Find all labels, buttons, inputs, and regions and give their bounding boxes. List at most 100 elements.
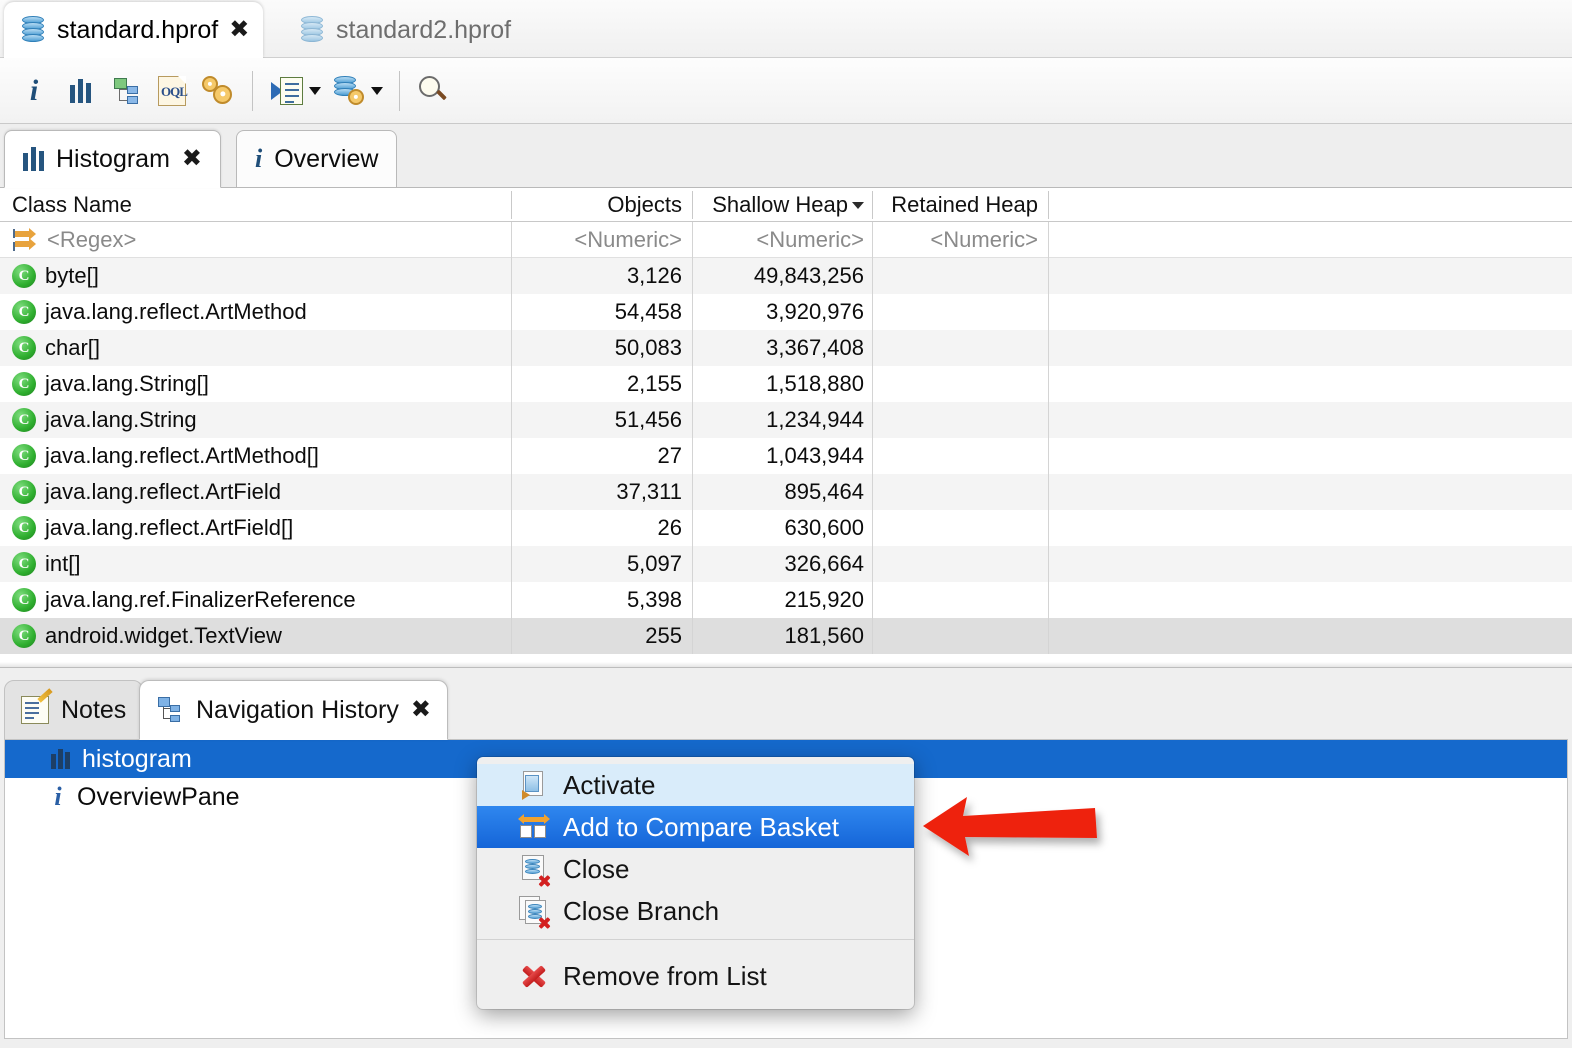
regex-filter-icon [12, 227, 38, 253]
find-button[interactable] [412, 67, 456, 115]
column-header-shallow-heap[interactable]: Shallow Heap [692, 188, 872, 222]
cell-retained-heap [872, 546, 1048, 582]
table-filter-row[interactable]: <Regex> <Numeric> <Numeric> <Numeric> [0, 221, 1572, 258]
cell-class-name-label: java.lang.reflect.ArtField[] [45, 515, 294, 540]
column-header-spacer [1048, 188, 1572, 222]
table-row[interactable]: Cjava.lang.reflect.ArtField[] 26 630,600 [0, 510, 1572, 546]
cell-spacer [1048, 582, 1572, 618]
info-icon: i [255, 144, 263, 173]
filter-class-name-cell[interactable]: <Regex> [0, 222, 511, 258]
cell-class-name-label: android.widget.TextView [45, 623, 282, 648]
cell-class-name-label: java.lang.reflect.ArtMethod[] [45, 443, 319, 468]
list-item-label: OverviewPane [77, 782, 240, 811]
cell-retained-heap [872, 294, 1048, 330]
editor-tab-standard2-hprof[interactable]: standard2.hprof [283, 2, 525, 58]
cell-objects: 5,398 [511, 582, 692, 618]
column-header-shallow-heap-label: Shallow Heap [712, 192, 848, 217]
table-row[interactable]: Cjava.lang.String[] 2,155 1,518,880 [0, 366, 1572, 402]
column-header-retained-heap[interactable]: Retained Heap [872, 188, 1048, 222]
view-tab-bar: Histogram ✖ i Overview [0, 124, 1572, 188]
filter-objects-cell[interactable]: <Numeric> [511, 221, 692, 258]
table-row[interactable]: Cchar[] 50,083 3,367,408 [0, 330, 1572, 366]
tab-notes[interactable]: Notes [4, 680, 144, 740]
tab-histogram[interactable]: Histogram ✖ [4, 130, 222, 188]
tab-label: Overview [274, 144, 379, 173]
table-row[interactable]: Cjava.lang.ref.FinalizerReference 5,398 21… [0, 582, 1572, 618]
cell-class-name: Cbyte[] [0, 258, 511, 294]
table-row[interactable]: Cjava.lang.String 51,456 1,234,944 [0, 402, 1572, 438]
compare-basket-icon [518, 812, 550, 842]
column-header-objects[interactable]: Objects [511, 188, 692, 222]
cell-class-name: Cchar[] [0, 330, 511, 366]
menu-item-close[interactable]: Close [477, 848, 914, 890]
close-icon[interactable]: ✖ [411, 698, 431, 722]
histogram-icon [51, 749, 70, 769]
cell-spacer [1048, 618, 1572, 654]
cell-class-name: Candroid.widget.TextView [0, 618, 511, 654]
cell-class-name: Cjava.lang.String[] [0, 366, 511, 402]
menu-item-label: Add to Compare Basket [563, 811, 840, 842]
column-header-class-name[interactable]: Class Name [0, 188, 511, 222]
tab-label: Navigation History [196, 695, 399, 724]
menu-item-activate[interactable]: Activate [477, 764, 914, 806]
table-row[interactable]: Cjava.lang.reflect.ArtMethod 54,458 3,920,… [0, 294, 1572, 330]
context-menu: Activate Add to Compare Basket Close Clo… [477, 757, 914, 1009]
class-icon: C [12, 408, 36, 432]
cell-shallow-heap: 326,664 [692, 546, 872, 582]
table-header-row: Class Name Objects Shallow Heap Retained… [0, 188, 1572, 222]
cell-shallow-heap: 49,843,256 [692, 258, 872, 294]
cell-objects: 37,311 [511, 474, 692, 510]
table-row[interactable]: Cjava.lang.reflect.ArtMethod[] 27 1,043,94… [0, 438, 1572, 474]
table-row[interactable]: Candroid.widget.TextView 255 181,560 [0, 618, 1572, 654]
cell-spacer [1048, 546, 1572, 582]
histogram-button[interactable] [58, 67, 102, 115]
dominator-tree-button[interactable] [104, 67, 148, 115]
close-icon[interactable]: ✖ [182, 147, 202, 171]
editor-tab-label: standard.hprof [57, 15, 219, 44]
filter-shallow-heap-cell[interactable]: <Numeric> [692, 221, 872, 258]
gears-icon [202, 75, 234, 106]
menu-item-label: Close Branch [563, 895, 720, 926]
notes-icon [21, 688, 53, 724]
cell-class-name: Cint[] [0, 546, 511, 582]
chevron-down-icon[interactable] [371, 86, 383, 95]
navigation-history-icon [156, 697, 184, 723]
cell-objects: 3,126 [511, 258, 692, 294]
cell-shallow-heap: 215,920 [692, 582, 872, 618]
menu-separator [477, 939, 914, 940]
cell-objects: 2,155 [511, 366, 692, 402]
run-expert-system-button[interactable] [265, 67, 309, 115]
heap-dump-actions-button[interactable] [327, 67, 371, 115]
calculate-retained-size-button[interactable] [196, 67, 240, 115]
cell-class-name-label: java.lang.reflect.ArtMethod [45, 299, 307, 324]
class-icon: C [12, 480, 36, 504]
oql-button[interactable]: OQL [150, 67, 194, 115]
editor-tab-standard-hprof[interactable]: standard.hprof ✖ [4, 2, 264, 58]
chevron-down-icon[interactable] [309, 86, 321, 95]
activate-icon [519, 770, 549, 800]
heap-settings-icon [333, 75, 365, 106]
cell-class-name-label: java.lang.reflect.ArtField [45, 479, 281, 504]
remove-from-list-icon [519, 961, 549, 991]
close-icon[interactable]: ✖ [229, 18, 249, 42]
search-icon [419, 75, 449, 106]
cell-shallow-heap: 181,560 [692, 618, 872, 654]
sort-descending-icon [852, 201, 864, 209]
overview-info-button[interactable]: i [12, 67, 56, 115]
cell-spacer [1048, 258, 1572, 294]
menu-item-close-branch[interactable]: Close Branch [477, 890, 914, 932]
cell-class-name-label: java.lang.ref.FinalizerReference [45, 587, 356, 612]
heap-analyzer-window: standard.hprof ✖ standard2.hprof i OQL H… [0, 0, 1572, 1048]
tab-overview[interactable]: i Overview [236, 130, 398, 188]
tab-navigation-history[interactable]: Navigation History ✖ [139, 680, 448, 740]
filter-retained-heap-cell[interactable]: <Numeric> [872, 221, 1048, 258]
menu-item-add-to-compare-basket[interactable]: Add to Compare Basket [477, 806, 914, 848]
table-row[interactable]: Cint[] 5,097 326,664 [0, 546, 1572, 582]
cell-shallow-heap: 895,464 [692, 474, 872, 510]
table-row[interactable]: Cbyte[] 3,126 49,843,256 [0, 258, 1572, 294]
table-row[interactable]: Cjava.lang.reflect.ArtField 37,311 895,464 [0, 474, 1572, 510]
cell-retained-heap [872, 258, 1048, 294]
cell-spacer [1048, 366, 1572, 402]
editor-tab-label: standard2.hprof [336, 15, 512, 44]
menu-item-remove-from-list[interactable]: Remove from List [477, 952, 914, 1000]
